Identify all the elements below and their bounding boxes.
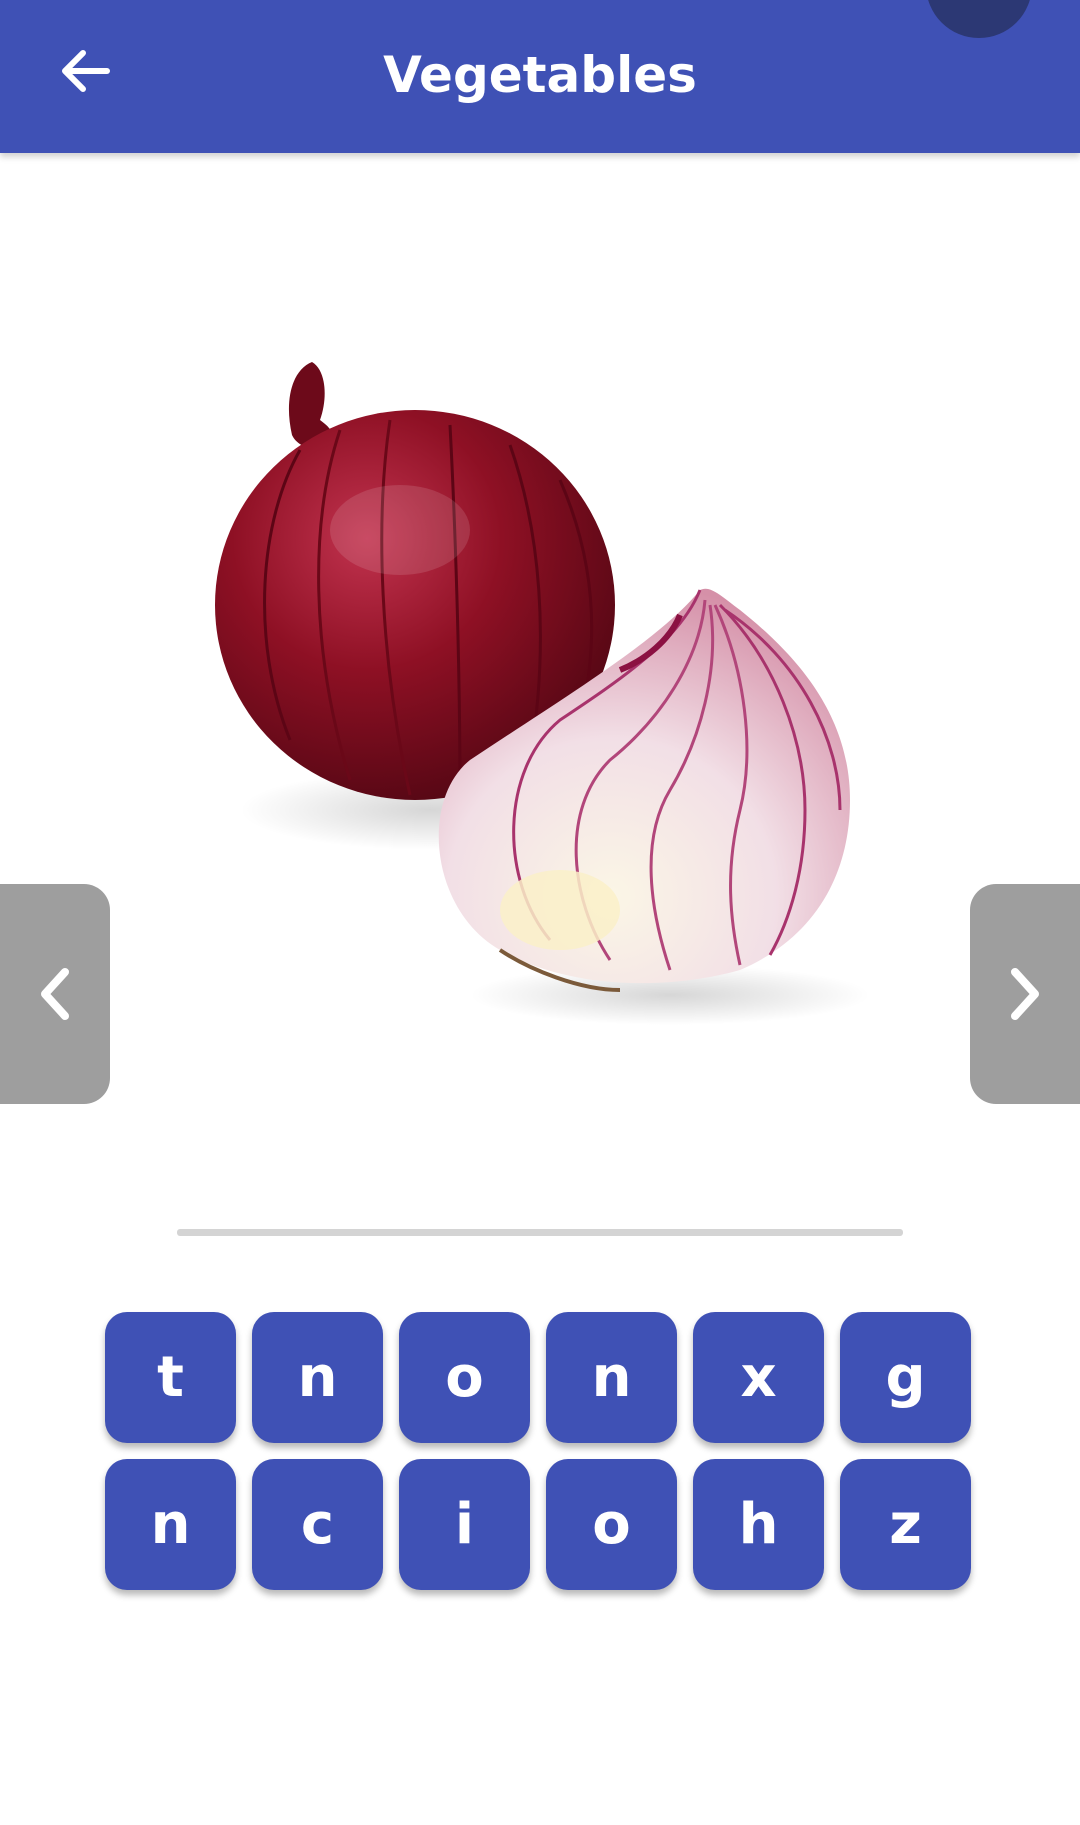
answer-line xyxy=(177,1229,903,1236)
corner-badge xyxy=(926,0,1032,38)
previous-button[interactable] xyxy=(0,884,110,1104)
letter-key[interactable]: h xyxy=(693,1459,824,1590)
letter-key[interactable]: g xyxy=(840,1312,971,1443)
letter-key[interactable]: t xyxy=(105,1312,236,1443)
letter-keyboard: t n o n x g n c i o h z xyxy=(105,1312,975,1590)
letter-key[interactable]: z xyxy=(840,1459,971,1590)
app-bar: Vegetables xyxy=(0,0,1080,153)
letter-key[interactable]: n xyxy=(252,1312,383,1443)
letter-key[interactable]: x xyxy=(693,1312,824,1443)
letter-key[interactable]: o xyxy=(546,1459,677,1590)
letter-key[interactable]: n xyxy=(546,1312,677,1443)
red-onion-picture xyxy=(215,362,870,1025)
letter-key[interactable]: o xyxy=(399,1312,530,1443)
letter-key[interactable]: i xyxy=(399,1459,530,1590)
chevron-right-icon xyxy=(1011,968,1039,1020)
chevron-left-icon xyxy=(41,968,69,1020)
vegetable-picture xyxy=(200,340,880,1030)
page-title: Vegetables xyxy=(383,46,697,104)
next-button[interactable] xyxy=(970,884,1080,1104)
letter-key[interactable]: c xyxy=(252,1459,383,1590)
letter-key[interactable]: n xyxy=(105,1459,236,1590)
